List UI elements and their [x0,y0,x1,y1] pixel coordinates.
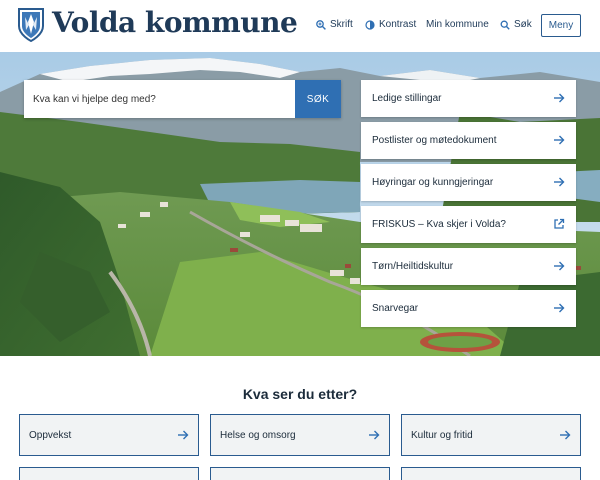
quicklink-postlister[interactable]: Postlister og møtedokument [361,122,576,159]
category-card-next-row[interactable] [401,467,581,480]
arrow-right-icon [554,135,565,145]
category-card-kultur[interactable]: Kultur og fritid [401,414,581,456]
search-tool-label: Søk [514,19,532,30]
arrow-right-icon [554,261,565,271]
my-municipality-label: Min kommune [426,19,489,30]
menu-button[interactable]: Meny [541,14,581,37]
font-size-label: Skrift [330,19,353,30]
category-card-label: Helse og omsorg [220,429,296,441]
contrast-icon [365,19,375,30]
arrow-right-icon [554,93,565,103]
quicklink-snarvegar[interactable]: Snarvegar [361,290,576,327]
site-header: Volda kommune Skrift Kontrast Min kommun… [0,0,600,52]
quicklink-friskus[interactable]: FRISKUS – Kva skjer i Volda? [361,206,576,243]
category-card-label: Kultur og fritid [411,429,473,441]
contrast-label: Kontrast [379,19,417,30]
category-card-label: Oppvekst [29,429,72,441]
section-title: Kva ser du etter? [242,386,358,402]
quicklink-ledige-stillingar[interactable]: Ledige stillingar [361,80,576,117]
quicklink-label: Høyringar og kunngjeringar [372,177,494,188]
arrow-right-icon [554,303,565,313]
quicklink-torn-heiltidskultur[interactable]: Tørn/Heiltidskultur [361,248,576,285]
search-input[interactable] [24,80,295,118]
search-tool[interactable]: Søk [500,19,532,30]
zoom-icon [316,19,326,30]
hero-banner: SØK Ledige stillingar Postlister og møte… [0,52,600,356]
search-button[interactable]: SØK [295,80,341,118]
search-box: SØK [24,80,341,118]
font-size-tool[interactable]: Skrift [316,19,353,30]
arrow-right-icon [369,430,380,440]
quicklink-label: Tørn/Heiltidskultur [372,261,454,272]
quicklink-label: FRISKUS – Kva skjer i Volda? [372,219,506,230]
category-card-oppvekst[interactable]: Oppvekst [19,414,199,456]
coat-of-arms-icon[interactable] [18,8,44,42]
quicklink-label: Snarvegar [372,303,419,314]
external-link-icon [554,218,565,229]
search-icon [500,20,510,30]
arrow-right-icon [178,430,189,440]
my-municipality-link[interactable]: Min kommune [426,19,489,30]
quicklink-label: Postlister og møtedokument [372,135,497,146]
site-name[interactable]: Volda kommune [52,6,298,39]
contrast-tool[interactable]: Kontrast [365,19,416,30]
quicklink-label: Ledige stillingar [372,93,442,104]
category-card-next-row[interactable] [19,467,199,480]
category-card-helse[interactable]: Helse og omsorg [210,414,390,456]
arrow-right-icon [560,430,571,440]
category-card-next-row[interactable] [210,467,390,480]
quicklink-hoyringar[interactable]: Høyringar og kunngjeringar [361,164,576,201]
arrow-right-icon [554,177,565,187]
